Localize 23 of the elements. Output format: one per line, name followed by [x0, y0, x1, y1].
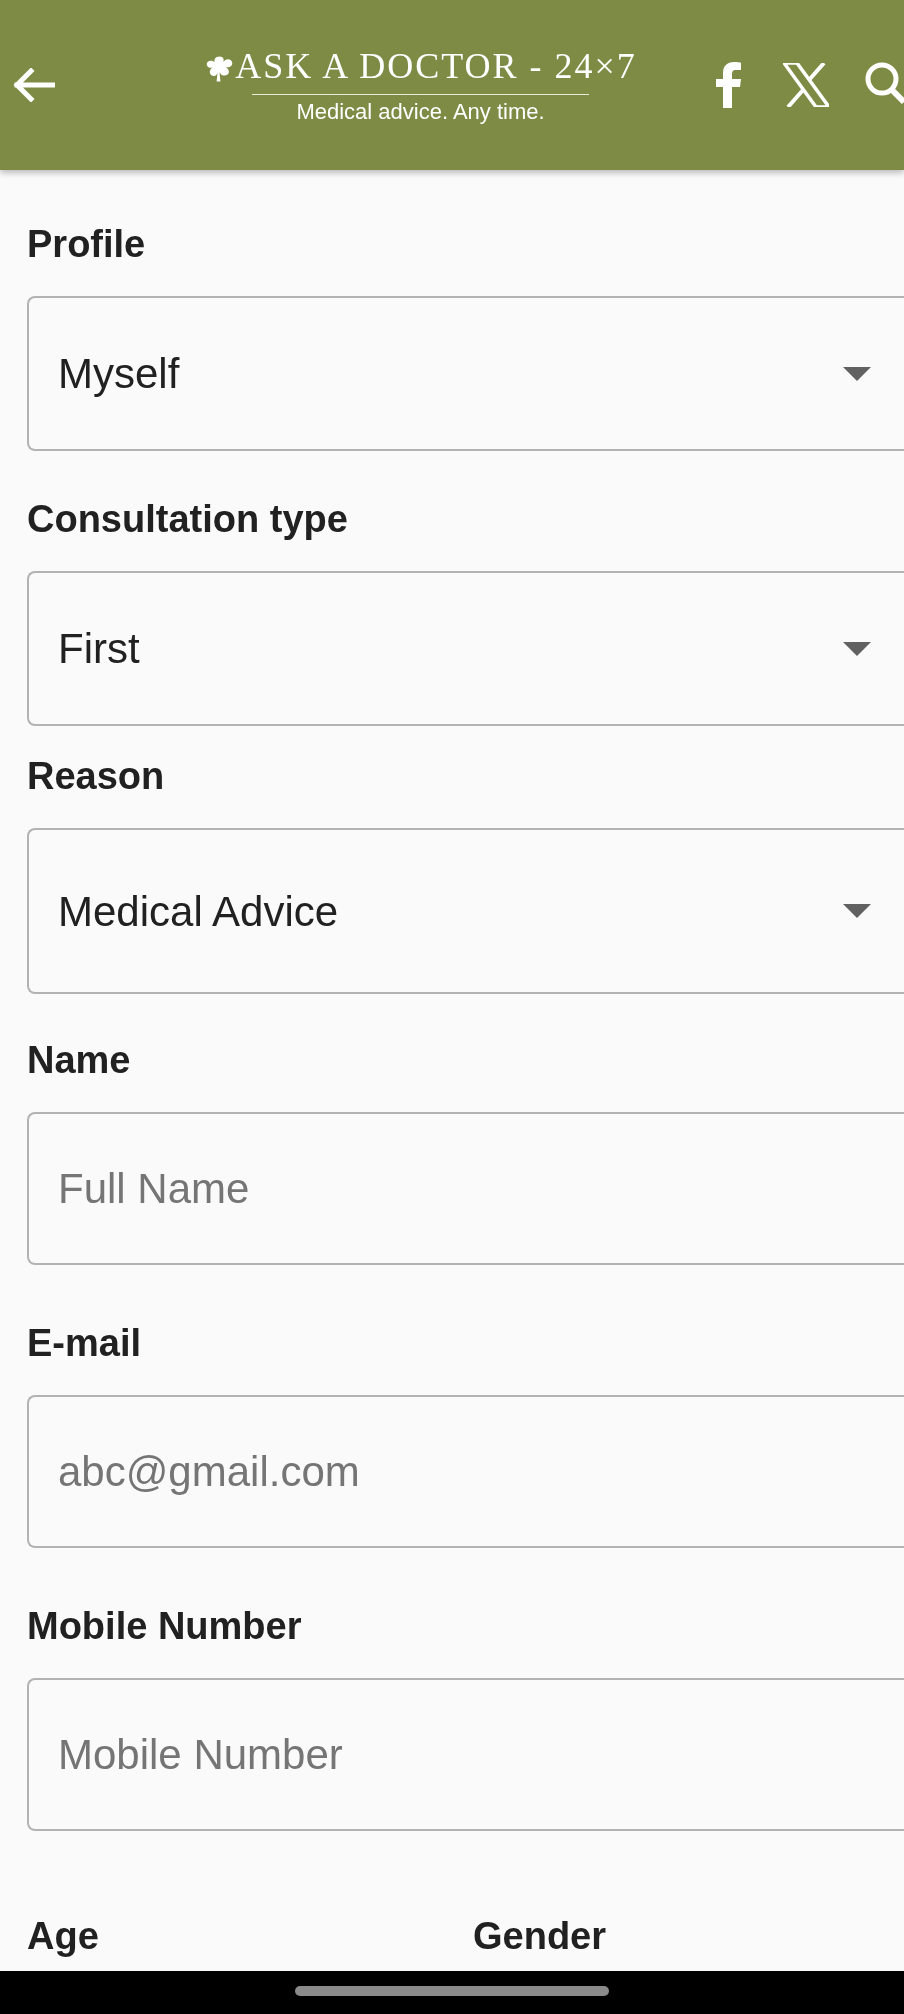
caret-icon	[843, 904, 871, 918]
field-label: Profile	[27, 222, 146, 267]
field-label: Consultation type	[27, 497, 348, 542]
app-tagline: Medical advice. Any time.	[296, 98, 545, 125]
field-label: E-mail	[27, 1321, 142, 1366]
input-field[interactable]: Full Name	[27, 1112, 904, 1265]
caret-icon	[843, 641, 871, 656]
home-indicator[interactable]	[295, 1985, 609, 1996]
app-title: ASK A DOCTOR - 24×7	[235, 45, 637, 86]
select-field[interactable]: First	[27, 571, 904, 726]
facebook-icon[interactable]	[714, 62, 742, 108]
field-label: Gender	[473, 1914, 607, 1959]
field-label: Name	[27, 1038, 131, 1083]
select-field[interactable]: Medical Advice	[27, 828, 904, 994]
back-arrow-icon[interactable]	[13, 68, 55, 102]
caret-icon	[843, 366, 871, 381]
select-field[interactable]: Myself	[27, 296, 904, 451]
field-label: Reason	[27, 754, 165, 799]
field-label: Mobile Number	[27, 1604, 302, 1649]
field-label: Age	[27, 1914, 99, 1959]
x-logo-icon[interactable]	[783, 63, 829, 107]
input-field[interactable]: Mobile Number	[27, 1678, 904, 1831]
input-field[interactable]: abc@gmail.com	[27, 1395, 904, 1548]
